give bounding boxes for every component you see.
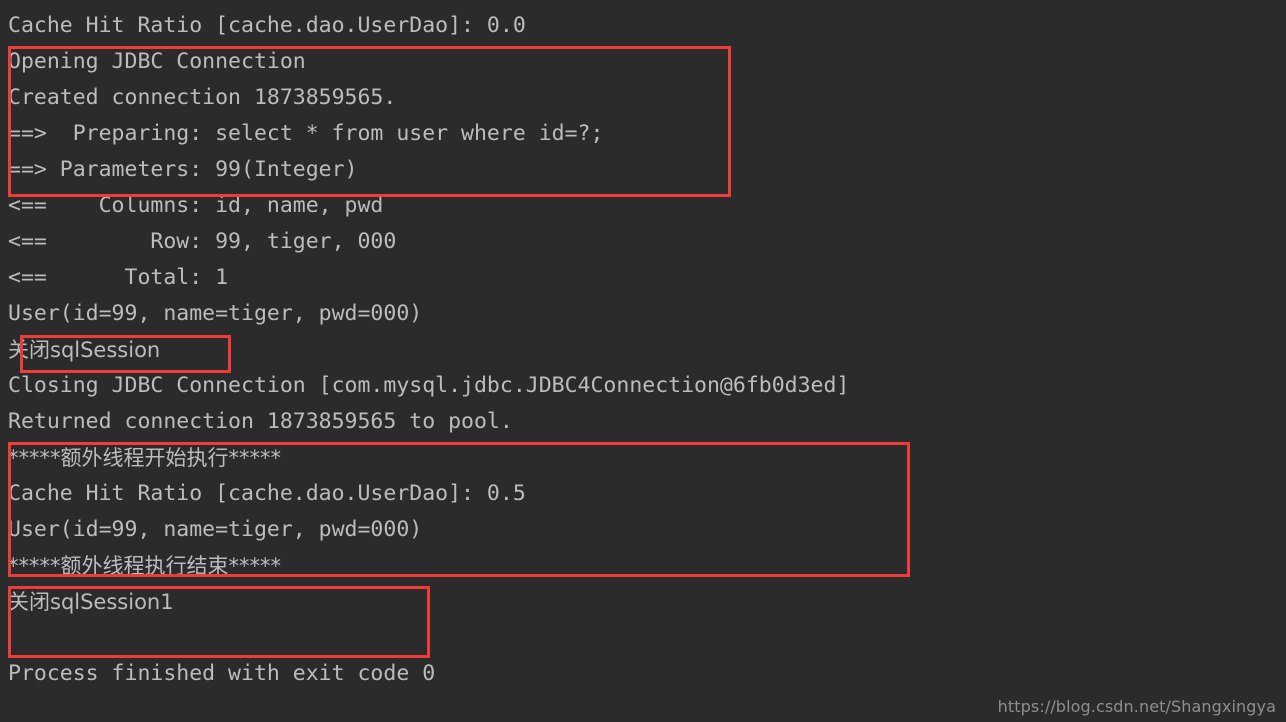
console-line: Process finished with exit code 0 — [8, 661, 436, 686]
console-line: *****额外线程开始执行***** — [8, 446, 281, 470]
console-line: <== Total: 1 — [8, 265, 229, 290]
console-line: 关闭sqlSession — [8, 338, 161, 362]
console-line: User(id=99, name=tiger, pwd=000) — [8, 301, 423, 326]
console-line: <== Columns: id, name, pwd — [8, 193, 384, 218]
console-line: Closing JDBC Connection [com.mysql.jdbc.… — [8, 373, 850, 398]
console-line: *****额外线程执行结束***** — [8, 554, 281, 578]
console-line: 关闭sqlSession1 — [8, 590, 174, 614]
console-line: Cache Hit Ratio [cache.dao.UserDao]: 0.0 — [8, 13, 526, 38]
console-line: User(id=99, name=tiger, pwd=000) — [8, 517, 423, 542]
console-line-list: Cache Hit Ratio [cache.dao.UserDao]: 0.0… — [0, 0, 1286, 692]
console-line: Opening JDBC Connection — [8, 49, 306, 74]
console-line: Cache Hit Ratio [cache.dao.UserDao]: 0.5 — [8, 481, 526, 506]
console-line: Returned connection 1873859565 to pool. — [8, 409, 513, 434]
console-line: ==> Parameters: 99(Integer) — [8, 157, 358, 182]
console-line: ==> Preparing: select * from user where … — [8, 121, 604, 146]
console-line: Created connection 1873859565. — [8, 85, 397, 110]
console-line: <== Row: 99, tiger, 000 — [8, 229, 397, 254]
watermark-url: https://blog.csdn.net/Shangxingya — [997, 697, 1276, 716]
console-output-panel[interactable]: Cache Hit Ratio [cache.dao.UserDao]: 0.0… — [0, 0, 1286, 722]
